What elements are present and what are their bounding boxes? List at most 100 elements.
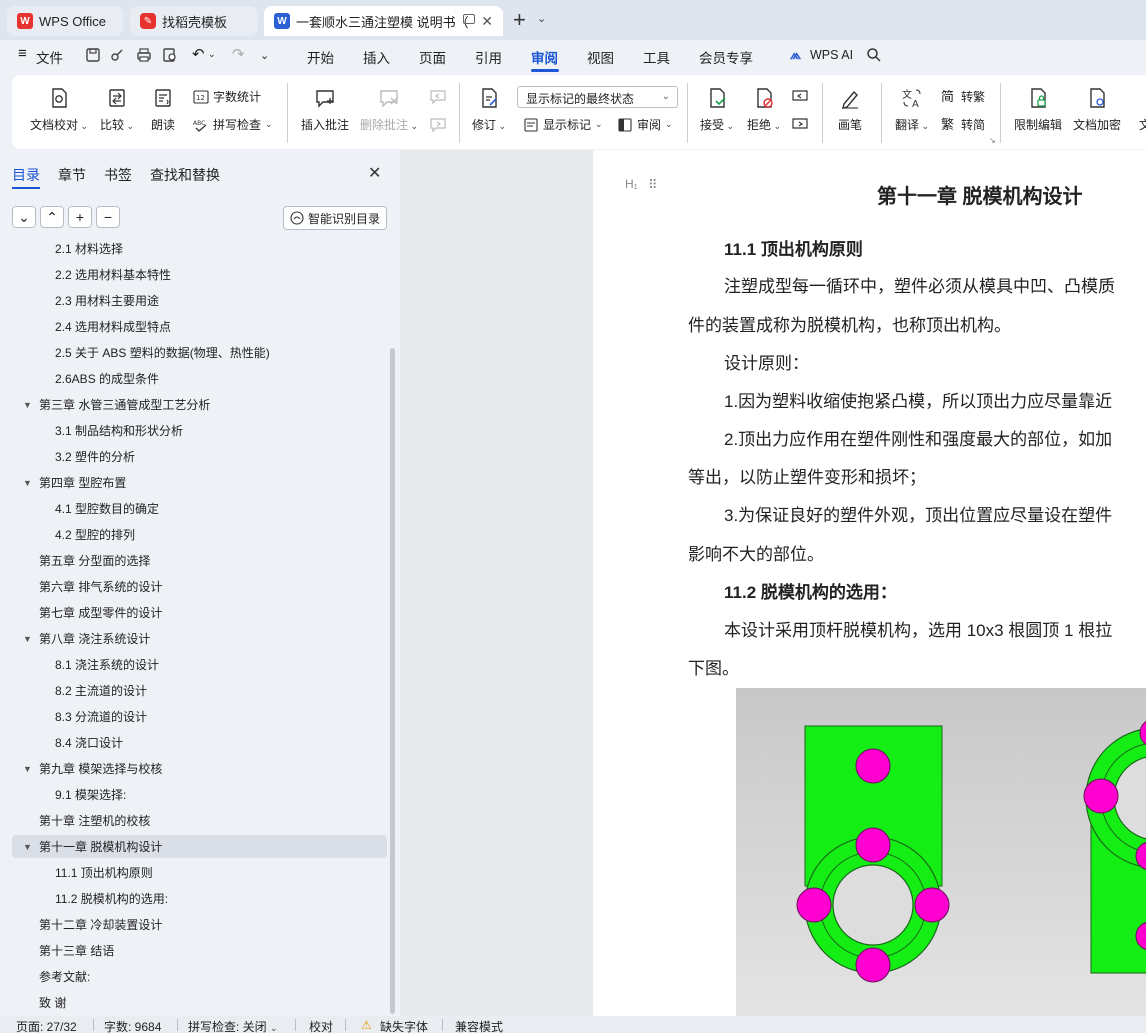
show-markup-button[interactable]: 显示标记 ⌄ xyxy=(523,116,603,133)
more-chevron-icon[interactable]: ⌄ xyxy=(260,49,269,62)
expand-triangle-icon[interactable]: ▼ xyxy=(23,836,32,858)
drag-handle-icon[interactable]: ⠿ xyxy=(648,177,657,193)
group-expand-icon[interactable]: ↘ xyxy=(989,136,996,145)
undo-icon[interactable]: ↶ xyxy=(192,45,205,63)
save-icon[interactable] xyxy=(84,46,102,64)
encrypt-button[interactable]: 文档加密 xyxy=(1073,86,1121,133)
to-traditional-button[interactable]: 简 转繁 xyxy=(941,88,985,105)
toc-item[interactable]: 3.2 塑件的分析 xyxy=(55,446,135,468)
page-indicator[interactable]: 页面: 27/32 xyxy=(16,1018,77,1033)
close-icon[interactable]: ✕ xyxy=(481,13,493,30)
toc-item[interactable]: 第五章 分型面的选择 xyxy=(39,550,150,572)
toc-item[interactable]: ▼ 第十一章 脱模机构设计 xyxy=(23,836,162,858)
menu-insert[interactable]: 插入 xyxy=(363,47,390,67)
reject-button[interactable]: 拒绝 ⌄ xyxy=(747,86,781,133)
insert-comment-button[interactable]: 插入批注 xyxy=(301,86,349,133)
expand-triangle-icon[interactable]: ▼ xyxy=(23,758,32,780)
hamburger-menu-icon[interactable]: ≡ xyxy=(18,45,27,62)
toc-item[interactable]: 2.2 选用材料基本特性 xyxy=(55,264,171,286)
toc-item[interactable]: 11.1 顶出机构原则 xyxy=(55,862,153,884)
menu-review[interactable]: 审阅 xyxy=(531,47,558,67)
toc-item[interactable]: 第十三章 结语 xyxy=(39,940,114,962)
heading-level-marker[interactable]: H₁ xyxy=(625,177,638,191)
read-aloud-button[interactable]: 朗读 xyxy=(151,86,175,133)
proofread-button[interactable]: 校对 xyxy=(309,1018,333,1033)
more-ribbon-button[interactable]: 文 xyxy=(1133,86,1146,133)
menu-tools[interactable]: 工具 xyxy=(643,47,670,67)
toc-item[interactable]: 8.1 浇注系统的设计 xyxy=(55,654,159,676)
expand-triangle-icon[interactable]: ▼ xyxy=(23,628,32,650)
expand-triangle-icon[interactable]: ▼ xyxy=(23,472,32,494)
revise-button[interactable]: 修订 ⌄ xyxy=(472,86,506,133)
previous-comment-icon[interactable] xyxy=(429,89,447,105)
toc-item[interactable]: ▼ 第四章 型腔布置 xyxy=(23,472,126,494)
toc-item[interactable]: 8.2 主流道的设计 xyxy=(55,680,147,702)
collapse-up-button[interactable]: ⌃ xyxy=(40,206,64,228)
toc-item[interactable]: 8.4 浇口设计 xyxy=(55,732,123,754)
collapse-down-button[interactable]: ⌄ xyxy=(12,206,36,228)
nav-tab-find-replace[interactable]: 查找和替换 xyxy=(150,165,220,185)
screen-icon[interactable] xyxy=(463,14,475,24)
menu-page[interactable]: 页面 xyxy=(419,47,446,67)
toc-item[interactable]: 2.1 材料选择 xyxy=(55,238,123,260)
remove-heading-button[interactable]: − xyxy=(96,206,120,228)
tab-wps-office[interactable]: W WPS Office xyxy=(7,6,123,36)
next-comment-icon[interactable] xyxy=(429,117,447,133)
chevron-down-icon[interactable]: ⌄ xyxy=(537,12,546,25)
toc-item[interactable]: 2.5 关于 ABS 塑料的数据(物理、热性能) xyxy=(55,342,270,364)
redo-icon[interactable]: ↷ xyxy=(232,45,245,63)
toc-item[interactable]: 第十二章 冷却装置设计 xyxy=(39,914,162,936)
word-count-button[interactable]: 12 字数统计 xyxy=(193,88,261,105)
add-heading-button[interactable]: + xyxy=(68,206,92,228)
translate-button[interactable]: 文A 翻译 ⌄ xyxy=(895,86,929,133)
missing-font-button[interactable]: 缺失字体 xyxy=(380,1018,428,1033)
next-change-icon[interactable] xyxy=(791,117,809,133)
tab-current-document[interactable]: W 一套顺水三通注塑模 说明书（ ✕ xyxy=(264,6,503,36)
menu-reference[interactable]: 引用 xyxy=(475,47,502,67)
word-count-indicator[interactable]: 字数: 9684 xyxy=(104,1018,161,1033)
toc-item[interactable]: 2.6ABS 的成型条件 xyxy=(55,368,159,390)
menu-member[interactable]: 会员专享 xyxy=(699,47,753,67)
search-icon[interactable] xyxy=(866,47,882,63)
wps-ai-button[interactable]: WPS AI xyxy=(810,48,853,62)
chevron-down-icon[interactable]: ⌄ xyxy=(208,49,216,60)
menu-start[interactable]: 开始 xyxy=(307,47,334,67)
toc-item[interactable]: 11.2 脱模机构的选用: xyxy=(55,888,168,910)
delete-comment-button[interactable]: 删除批注 ⌄ xyxy=(360,86,418,133)
menu-view[interactable]: 视图 xyxy=(587,47,614,67)
ejector-pin-figure[interactable] xyxy=(736,688,1146,1016)
nav-tab-toc[interactable]: 目录 xyxy=(12,165,40,185)
toc-item[interactable]: ▼ 第九章 模架选择与校核 xyxy=(23,758,162,780)
toc-item[interactable]: 第十章 注塑机的校核 xyxy=(39,810,150,832)
nav-tab-chapters[interactable]: 章节 xyxy=(58,165,86,185)
nav-tab-bookmarks[interactable]: 书签 xyxy=(104,165,132,185)
toc-item[interactable]: 致 谢 xyxy=(39,992,66,1014)
review-pane-button[interactable]: 审阅 ⌄ xyxy=(617,116,673,133)
spell-check-button[interactable]: ABC 拼写检查 ⌄ xyxy=(193,116,273,133)
pen-button[interactable]: 画笔 xyxy=(838,86,862,133)
toc-item[interactable]: 第七章 成型零件的设计 xyxy=(39,602,162,624)
toc-item[interactable]: 9.1 模架选择: xyxy=(55,784,126,806)
accept-button[interactable]: 接受 ⌄ xyxy=(700,86,734,133)
restrict-edit-button[interactable]: 限制编辑 xyxy=(1014,86,1062,133)
compare-button[interactable]: 比较 ⌄ xyxy=(100,86,134,133)
doc-check-button[interactable]: 文档校对 ⌄ xyxy=(30,86,88,133)
markup-display-select[interactable]: 显示标记的最终状态 ⌄ xyxy=(517,86,678,108)
toc-scrollbar[interactable] xyxy=(390,348,395,1014)
share-icon[interactable] xyxy=(109,46,127,64)
toc-item[interactable]: 第六章 排气系统的设计 xyxy=(39,576,162,598)
menu-file[interactable]: 文件 xyxy=(36,47,63,67)
toc-item[interactable]: 8.3 分流道的设计 xyxy=(55,706,147,728)
print-preview-icon[interactable] xyxy=(161,46,179,64)
to-simplified-button[interactable]: 繁 转简 xyxy=(941,116,985,133)
smart-toc-button[interactable]: 智能识别目录 xyxy=(283,206,387,230)
close-icon[interactable]: ✕ xyxy=(368,163,381,183)
toc-item[interactable]: 4.1 型腔数目的确定 xyxy=(55,498,159,520)
previous-change-icon[interactable] xyxy=(791,89,809,105)
toc-item[interactable]: ▼ 第三章 水管三通管成型工艺分析 xyxy=(23,394,210,416)
toc-item[interactable]: 4.2 型腔的排列 xyxy=(55,524,135,546)
toc-item[interactable]: 参考文献: xyxy=(39,966,90,988)
toc-item[interactable]: 2.4 选用材料成型特点 xyxy=(55,316,171,338)
new-tab-icon[interactable]: + xyxy=(513,9,526,31)
expand-triangle-icon[interactable]: ▼ xyxy=(23,394,32,416)
